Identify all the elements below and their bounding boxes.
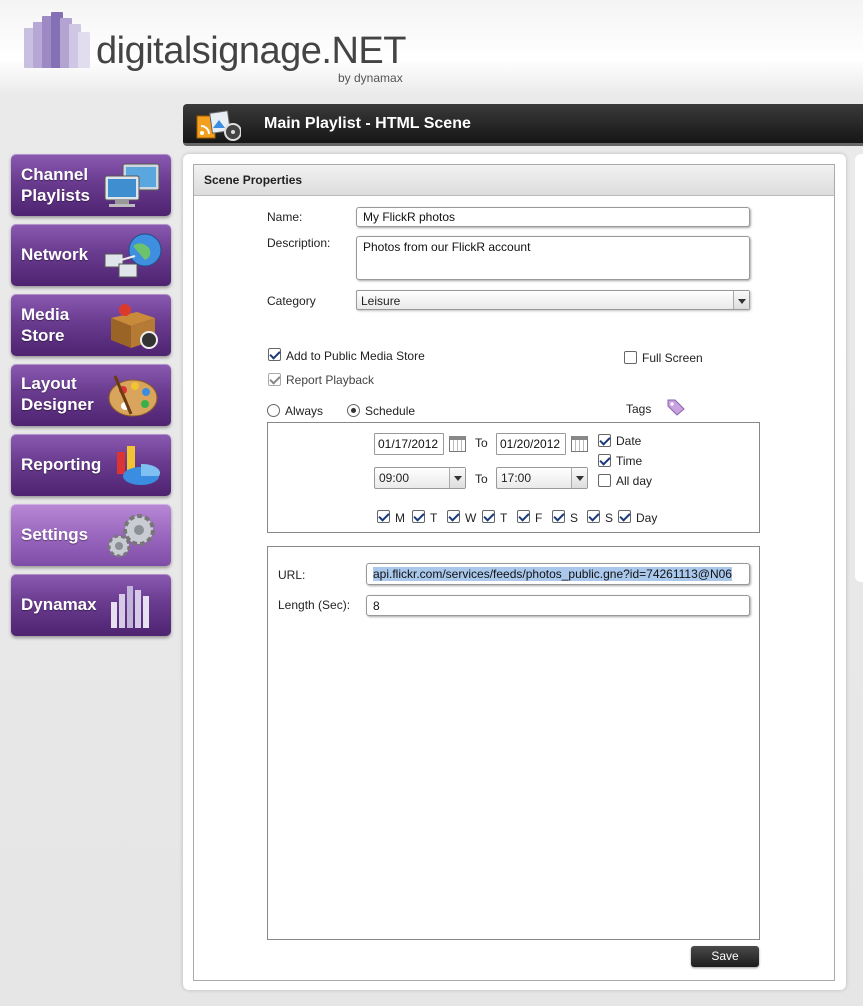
chevron-down-icon <box>449 468 465 488</box>
sidebar-item-label: Dynamax <box>21 595 97 614</box>
description-label: Description: <box>267 236 331 250</box>
chart-icon <box>117 446 161 485</box>
report-playback-label: Report Playback <box>286 373 375 387</box>
day-sunday-checkbox[interactable] <box>587 510 600 523</box>
time-to-value: 17:00 <box>501 471 532 485</box>
public-store-label: Add to Public Media Store <box>286 349 425 363</box>
day-wednesday-checkbox[interactable] <box>447 510 460 523</box>
to-label: To <box>475 472 488 486</box>
page-title: Main Playlist - HTML Scene <box>264 115 471 132</box>
calendar-icon[interactable] <box>449 436 466 452</box>
day-tuesday-checkbox[interactable] <box>412 510 425 523</box>
date-to-field[interactable] <box>496 433 566 455</box>
report-playback-checkbox[interactable] <box>268 373 281 386</box>
time-to-select[interactable]: 17:00 <box>496 467 588 489</box>
time-from-value: 09:00 <box>379 471 410 485</box>
day-thursday-checkbox[interactable] <box>482 510 495 523</box>
day-label: F <box>535 511 543 525</box>
sidebar-item-label: Settings <box>21 525 89 544</box>
category-label: Category <box>267 294 316 308</box>
panel-header: Scene Properties <box>194 165 834 196</box>
time-from-select[interactable]: 09:00 <box>374 467 466 489</box>
tag-icon[interactable] <box>666 398 686 416</box>
sidebar-item-layout-designer[interactable]: Layout Designer <box>11 364 171 426</box>
day-label: T <box>430 511 438 525</box>
gears-icon <box>107 514 155 558</box>
chevron-down-icon <box>733 291 749 309</box>
sidebar-item-label: Network <box>21 245 89 264</box>
day-label: T <box>500 511 508 525</box>
to-label: To <box>475 436 488 450</box>
always-label: Always <box>285 404 324 418</box>
name-field[interactable] <box>356 207 750 227</box>
time-label: Time <box>616 454 643 468</box>
day-label: M <box>395 511 405 525</box>
sidebar-item-label: Reporting <box>21 455 102 474</box>
schedule-label: Schedule <box>365 404 416 418</box>
sidebar-item-label: Designer <box>21 395 94 414</box>
sidebar-item-channel-playlists[interactable]: Channel Playlists <box>11 154 171 216</box>
sidebar-item-label: Store <box>21 326 65 345</box>
save-button[interactable]: Save <box>691 946 759 967</box>
always-radio[interactable] <box>267 404 280 417</box>
calendar-icon[interactable] <box>571 436 588 452</box>
day-all-checkbox[interactable] <box>618 510 631 523</box>
chevron-down-icon <box>571 468 587 488</box>
sidebar-item-media-store[interactable]: Media Store <box>11 294 171 356</box>
day-label: S <box>605 511 614 525</box>
sidebar-item-dynamax[interactable]: Dynamax <box>11 574 171 636</box>
sidebar-item-label: Layout <box>21 374 77 393</box>
day-saturday-checkbox[interactable] <box>552 510 565 523</box>
allday-checkbox[interactable] <box>598 474 611 487</box>
date-label: Date <box>616 434 642 448</box>
schedule-radio[interactable] <box>347 404 360 417</box>
sidebar-item-label: Playlists <box>21 186 90 205</box>
palette-icon <box>108 375 158 417</box>
sidebar-item-label: Channel <box>21 165 89 184</box>
sidebar-item-network[interactable]: Network <box>11 224 171 286</box>
logo-icon <box>24 10 94 68</box>
url-value: api.flickr.com/services/feeds/photos_pub… <box>373 567 732 581</box>
media-box-icon <box>111 304 158 349</box>
sidebar-item-label: Media <box>21 305 70 324</box>
title-bar: Main Playlist - HTML Scene <box>183 104 863 146</box>
sidebar-item-reporting[interactable]: Reporting <box>11 434 171 496</box>
url-label: URL: <box>278 568 306 582</box>
length-label: Length (Sec): <box>278 598 351 612</box>
name-label: Name: <box>267 210 303 224</box>
allday-label: All day <box>616 474 653 488</box>
full-screen-checkbox[interactable] <box>624 351 637 364</box>
media-scene-icon <box>196 110 241 141</box>
full-screen-label: Full Screen <box>642 351 703 365</box>
category-select[interactable]: Leisure <box>356 290 750 310</box>
length-field[interactable] <box>366 595 750 616</box>
description-field[interactable]: Photos from our FlickR account <box>356 236 750 280</box>
network-globe-icon <box>104 233 162 278</box>
day-monday-checkbox[interactable] <box>377 510 390 523</box>
monitors-icon <box>104 163 160 207</box>
date-from-field[interactable] <box>374 433 444 455</box>
date-checkbox[interactable] <box>598 434 611 447</box>
logo-text: digitalsignage.NET <box>96 30 406 72</box>
day-label: W <box>465 511 477 525</box>
category-value: Leisure <box>361 294 401 308</box>
logo-subtitle: by dynamax <box>338 71 403 85</box>
day-friday-checkbox[interactable] <box>517 510 530 523</box>
dynamax-logo-icon <box>111 586 149 628</box>
side-panel-edge <box>855 154 863 582</box>
time-checkbox[interactable] <box>598 454 611 467</box>
day-label: S <box>570 511 579 525</box>
day-label: Day <box>636 511 658 525</box>
public-store-checkbox[interactable] <box>268 348 281 361</box>
tags-label: Tags <box>626 402 652 416</box>
sidebar-item-settings[interactable]: Settings <box>11 504 171 566</box>
url-field[interactable]: api.flickr.com/services/feeds/photos_pub… <box>366 563 750 585</box>
